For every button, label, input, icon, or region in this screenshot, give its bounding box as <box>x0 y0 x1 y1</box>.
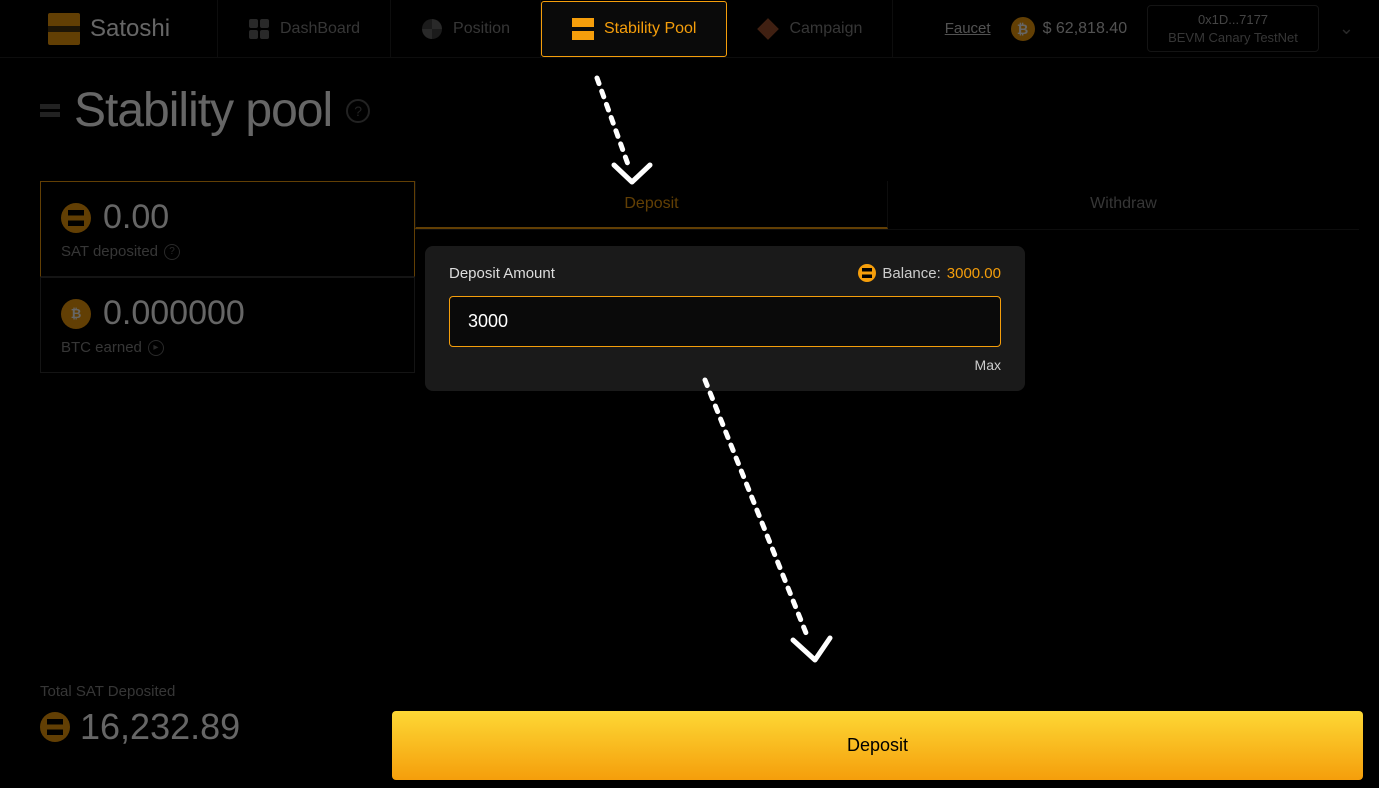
total-label: Total SAT Deposited <box>40 683 240 700</box>
stat-card-sat: 0.00 SAT deposited ? <box>40 181 415 277</box>
stat-card-btc: ₿ 0.000000 BTC earned ▸ <box>40 277 415 373</box>
brand-icon <box>48 13 80 45</box>
nav-label: Position <box>453 20 510 38</box>
balance-label: Balance: <box>882 265 940 282</box>
deposit-card: Deposit Amount Balance: 3000.00 Max <box>425 246 1025 391</box>
total-deposit: Total SAT Deposited 16,232.89 <box>40 683 240 748</box>
tutorial-arrow-2 <box>690 370 850 680</box>
btc-earned-label: BTC earned <box>61 339 142 356</box>
btc-icon: ₿ <box>1011 17 1035 41</box>
price-value: $ 62,818.40 <box>1043 20 1128 38</box>
max-button[interactable]: Max <box>449 357 1001 373</box>
title-icon <box>40 104 60 117</box>
main-panel: Deposit Withdraw Deposit Amount Balance:… <box>415 181 1359 391</box>
nav-stability-pool[interactable]: Stability Pool <box>541 1 728 57</box>
nav-label: DashBoard <box>280 20 360 38</box>
campaign-icon <box>757 18 779 40</box>
btc-earned-value: 0.000000 <box>103 294 245 333</box>
tab-deposit[interactable]: Deposit <box>415 181 888 229</box>
faucet-link[interactable]: Faucet <box>945 20 991 37</box>
sat-deposited-label: SAT deposited <box>61 243 158 260</box>
sidebar-stats: 0.00 SAT deposited ? ₿ 0.000000 BTC earn… <box>40 181 415 391</box>
wallet-box[interactable]: 0x1D...7177 BEVM Canary TestNet <box>1147 5 1319 52</box>
brand[interactable]: Satoshi <box>48 0 218 57</box>
nav-position[interactable]: Position <box>391 0 541 57</box>
deposit-amount-input[interactable] <box>449 296 1001 347</box>
page-title: Stability pool <box>74 83 332 138</box>
wallet-address: 0x1D...7177 <box>1168 12 1298 27</box>
nav-campaign[interactable]: Campaign <box>727 0 893 57</box>
deposit-amount-label: Deposit Amount <box>449 265 555 282</box>
stability-pool-icon <box>572 18 594 40</box>
nav-label: Campaign <box>789 20 862 38</box>
sat-deposited-value: 0.00 <box>103 198 169 237</box>
sat-token-icon <box>61 203 91 233</box>
wallet-network: BEVM Canary TestNet <box>1168 30 1298 45</box>
page-title-wrap: Stability pool ? <box>40 83 1379 138</box>
balance-value: 3000.00 <box>947 265 1001 282</box>
btc-token-icon: ₿ <box>61 299 91 329</box>
nav-dashboard[interactable]: DashBoard <box>218 0 391 57</box>
header: Satoshi DashBoard Position Stability Poo… <box>0 0 1379 58</box>
brand-name: Satoshi <box>90 15 170 43</box>
tabs: Deposit Withdraw <box>415 181 1359 230</box>
tab-withdraw[interactable]: Withdraw <box>888 181 1359 229</box>
position-icon <box>421 18 443 40</box>
nav-label: Stability Pool <box>604 20 697 38</box>
btc-price: ₿ $ 62,818.40 <box>1011 17 1128 41</box>
play-icon[interactable]: ▸ <box>148 340 164 356</box>
total-value: 16,232.89 <box>80 706 240 748</box>
help-icon[interactable]: ? <box>346 99 370 123</box>
info-icon[interactable]: ? <box>164 244 180 260</box>
dashboard-icon <box>248 18 270 40</box>
sat-token-icon <box>40 712 70 742</box>
deposit-button[interactable]: Deposit <box>392 711 1363 780</box>
chevron-down-icon[interactable]: ⌄ <box>1339 18 1354 39</box>
sat-small-icon <box>858 264 876 282</box>
